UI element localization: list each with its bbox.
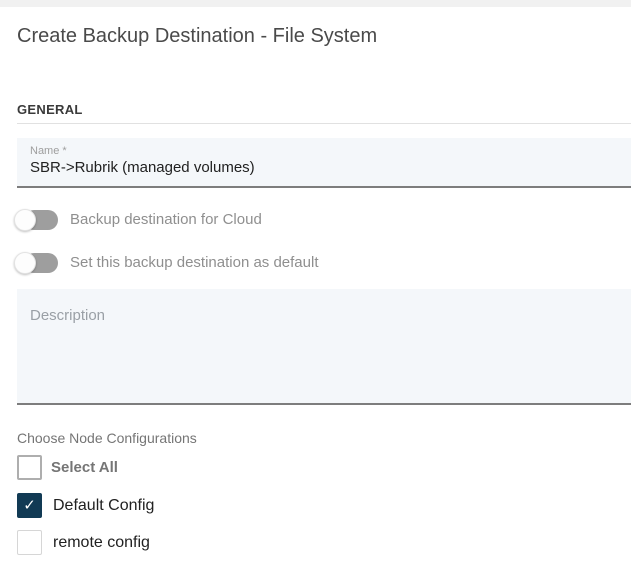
choose-node-configurations-label: Choose Node Configurations (17, 430, 631, 446)
toggle-knob (14, 209, 36, 231)
default-config-row: ✓ Default Config (17, 493, 631, 518)
select-all-row: Select All (17, 455, 631, 480)
cloud-toggle-row: Backup destination for Cloud (17, 208, 631, 231)
general-section-header: GENERAL (17, 102, 631, 117)
remote-config-row: remote config (17, 530, 631, 555)
remote-config-checkbox[interactable] (17, 530, 42, 555)
select-all-checkbox[interactable] (17, 455, 42, 480)
select-all-label: Select All (51, 459, 118, 476)
default-config-label: Default Config (53, 497, 154, 515)
default-destination-toggle-row: Set this backup destination as default (17, 251, 631, 274)
create-backup-destination-dialog: Create Backup Destination - File System … (0, 24, 631, 555)
default-config-checkbox[interactable]: ✓ (17, 493, 42, 518)
name-field-value[interactable]: SBR->Rubrik (managed volumes) (30, 159, 631, 176)
toggle-knob (14, 252, 36, 274)
window-top-strip (0, 0, 631, 7)
checkmark-icon: ✓ (23, 498, 36, 513)
cloud-toggle-label: Backup destination for Cloud (70, 211, 262, 228)
section-divider (17, 123, 631, 124)
default-destination-toggle-label: Set this backup destination as default (70, 254, 319, 271)
name-field[interactable]: Name * SBR->Rubrik (managed volumes) (17, 138, 631, 188)
description-textarea[interactable]: Description (17, 289, 631, 405)
description-placeholder: Description (30, 307, 105, 324)
cloud-toggle[interactable] (14, 209, 58, 231)
name-field-label: Name * (30, 145, 631, 157)
dialog-title: Create Backup Destination - File System (17, 24, 631, 49)
default-destination-toggle[interactable] (14, 252, 58, 274)
remote-config-label: remote config (53, 534, 150, 552)
